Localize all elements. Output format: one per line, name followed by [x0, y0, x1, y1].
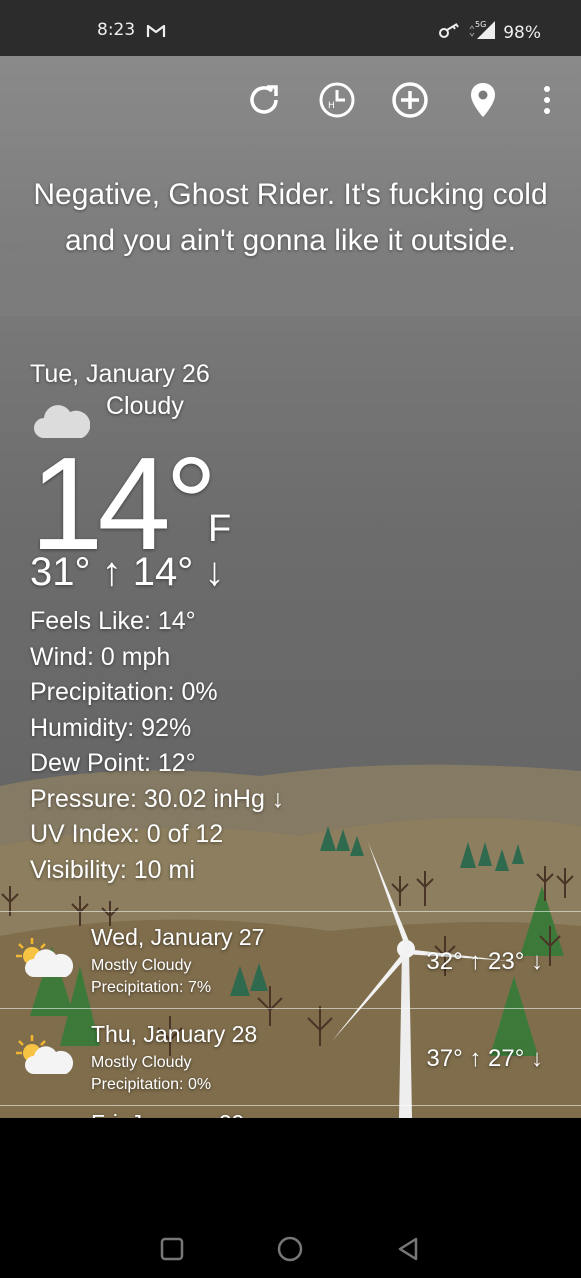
current-date: Tue, January 26 [30, 360, 210, 388]
history-button[interactable]: H [315, 78, 359, 122]
pressure: Pressure: 30.02 inHg ↓ [30, 784, 285, 813]
forecast-day: Wed, January 27 [91, 924, 265, 950]
weather-details: Feels Like: 14° Wind: 0 mph Precipitatio… [30, 604, 284, 888]
battery-level: 98% [503, 22, 541, 43]
add-location-button[interactable] [388, 78, 432, 122]
overflow-menu-icon [544, 86, 550, 114]
location-pin-icon [471, 83, 495, 117]
back-button[interactable] [383, 1224, 433, 1274]
add-location-icon [392, 82, 428, 118]
home-button[interactable] [265, 1224, 315, 1274]
daily-forecast-list: Wed, January 27 Mostly Cloudy Precipitat… [0, 911, 581, 1118]
signal-icon: 5G [467, 20, 497, 45]
forecast-precipitation: Precipitation: 0% [91, 1076, 212, 1093]
precipitation: Precipitation: 0% [30, 678, 218, 706]
vpn-key-icon [439, 22, 461, 43]
wind: Wind: 0 mph [30, 642, 171, 671]
temperature-unit: F [208, 508, 232, 550]
network-label: 5G [475, 20, 486, 29]
history-icon: H [319, 82, 355, 118]
visibility: Visibility: 10 mi [30, 855, 195, 884]
feels-like: Feels Like: 14° [30, 607, 196, 635]
current-conditions: Tue, January 26 Cloudy 14° F 31° ↑ 14° ↓… [30, 356, 284, 884]
toolbar: H [0, 78, 581, 122]
forecast-temps: 32° ↑ 23° ↓ [426, 948, 543, 975]
humidity: Humidity: 92% [30, 713, 192, 742]
forecast-day: Fri, January 29 [91, 1110, 244, 1118]
location-button[interactable] [461, 78, 505, 122]
status-bar: 8:23 5G 98% [0, 0, 581, 56]
dew-point: Dew Point: 12° [30, 749, 196, 777]
home-icon [277, 1236, 303, 1262]
condition-text: Cloudy [106, 392, 184, 420]
forecast-condition: Mostly Cloudy [91, 1054, 192, 1071]
partly-sunny-icon [14, 1033, 76, 1080]
weather-app: H Negative, Ghost Rider. It's fucking co… [0, 56, 581, 1118]
forecast-row-partial[interactable]: Fri, January 29 [0, 1105, 581, 1118]
uv-index: UV Index: 0 of 12 [30, 820, 224, 848]
forecast-temps: 37° ↑ 27° ↓ [426, 1045, 543, 1072]
svg-text:H: H [328, 101, 335, 111]
forecast-condition: Mostly Cloudy [91, 957, 192, 974]
forecast-precipitation: Precipitation: 7% [91, 979, 212, 996]
overflow-menu-button[interactable] [525, 78, 569, 122]
partly-sunny-icon [14, 936, 76, 983]
refresh-button[interactable] [242, 78, 286, 122]
forecast-row[interactable]: Wed, January 27 Mostly Cloudy Precipitat… [0, 911, 581, 1008]
refresh-icon [250, 85, 278, 114]
forecast-day: Thu, January 28 [91, 1021, 258, 1047]
high-low-temps: 31° ↑ 14° ↓ [30, 550, 225, 594]
forecast-row[interactable]: Thu, January 28 Mostly Cloudy Precipitat… [0, 1008, 581, 1105]
status-time: 8:23 [97, 20, 136, 40]
gmail-icon [146, 23, 166, 43]
back-icon [398, 1237, 418, 1261]
recents-button[interactable] [147, 1224, 197, 1274]
system-nav-bar [0, 1118, 581, 1278]
recents-icon [160, 1237, 184, 1261]
weather-tagline: Negative, Ghost Rider. It's fucking cold… [33, 178, 548, 257]
